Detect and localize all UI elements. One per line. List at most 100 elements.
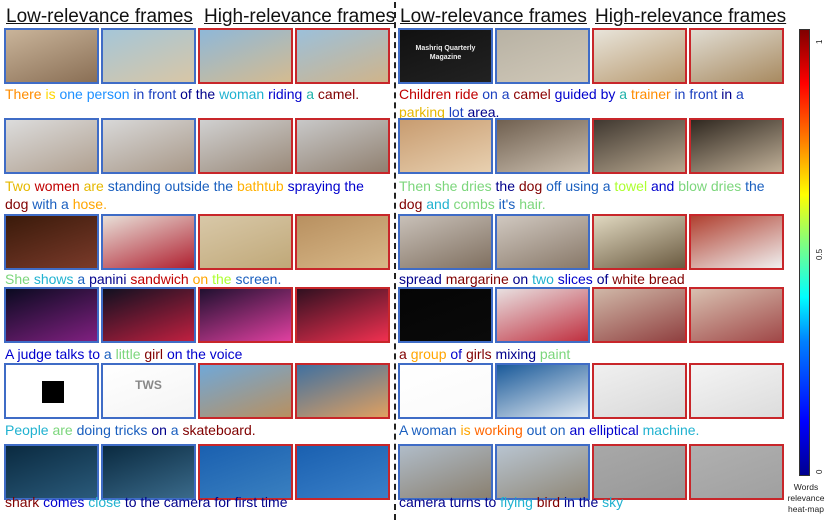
- header-right-low: Low-relevance frames: [400, 6, 587, 27]
- frame-strip-left-3: [4, 214, 390, 270]
- caption-left-6: shark comes close to the camera for firs…: [5, 493, 390, 511]
- low-relevance-frame: [4, 363, 99, 419]
- low-relevance-frame: [398, 214, 493, 270]
- low-relevance-frame: [495, 287, 590, 343]
- caption-word: on: [482, 86, 502, 102]
- low-relevance-frame: [4, 214, 99, 270]
- caption-word: outside: [164, 178, 214, 194]
- caption-word: bathtub: [236, 178, 288, 194]
- caption-word: a: [399, 346, 411, 362]
- high-relevance-frame: [592, 214, 687, 270]
- low-relevance-frame: [398, 363, 493, 419]
- frame-strip-right-3: [398, 214, 784, 270]
- caption-word: A: [399, 422, 412, 438]
- high-relevance-frame: [592, 363, 687, 419]
- caption-word: dog: [518, 178, 547, 194]
- caption-word: working: [474, 422, 527, 438]
- caption-word: and: [650, 178, 679, 194]
- frame-strip-right-5: [398, 363, 784, 419]
- caption-left-2: Two women are standing outside the batht…: [5, 177, 390, 213]
- caption-word: close: [88, 494, 125, 510]
- caption-word: dog: [5, 196, 33, 212]
- caption-word: a: [61, 196, 73, 212]
- caption-right-3: spread margarine on two slices of white …: [399, 270, 784, 288]
- caption-word: girls: [465, 346, 496, 362]
- caption-word: the: [495, 178, 519, 194]
- low-relevance-frame: [101, 287, 196, 343]
- low-relevance-frame: [495, 118, 590, 174]
- caption-word: and: [426, 196, 454, 212]
- caption-word: guided: [554, 86, 601, 102]
- low-relevance-frame: [101, 214, 196, 270]
- caption-word: Then: [399, 178, 435, 194]
- black-square: [42, 381, 64, 403]
- caption-word: a: [170, 422, 183, 438]
- low-relevance-frame: [398, 287, 493, 343]
- caption-word: mixing: [495, 346, 540, 362]
- frame-strip-right-2: [398, 118, 784, 174]
- caption-right-5: A woman is working out on an elliptical …: [399, 421, 784, 439]
- caption-word: for: [214, 494, 235, 510]
- high-relevance-frame: [689, 214, 784, 270]
- caption-word: Two: [5, 178, 35, 194]
- caption-word: margarine: [445, 271, 513, 287]
- caption-word: the: [344, 178, 368, 194]
- low-relevance-frame: [4, 287, 99, 343]
- high-relevance-frame: [198, 444, 293, 500]
- caption-word: the: [212, 271, 236, 287]
- high-relevance-frame: [295, 444, 390, 500]
- caption-word: in front: [133, 86, 181, 102]
- frame-strip-left-2: [4, 118, 390, 174]
- colorbar-tick-bottom: 0: [815, 469, 824, 474]
- caption-word: standing: [107, 178, 165, 194]
- high-relevance-frame: [295, 118, 390, 174]
- low-relevance-frame: TWS: [101, 363, 196, 419]
- caption-word: sandwich: [130, 271, 193, 287]
- caption-word: group: [410, 346, 451, 362]
- caption-left-5: People are doing tricks on a skateboard.: [5, 421, 390, 439]
- high-relevance-frame: [689, 118, 784, 174]
- caption-word: in: [563, 494, 579, 510]
- caption-word: first: [234, 494, 262, 510]
- caption-word: time: [261, 494, 288, 510]
- high-relevance-frame: [689, 363, 784, 419]
- high-relevance-frame: [592, 444, 687, 500]
- caption-word: a: [736, 86, 748, 102]
- high-relevance-frame: [295, 287, 390, 343]
- caption-word: paint: [539, 346, 571, 362]
- caption-word: are: [52, 422, 77, 438]
- caption-word: camel.: [317, 86, 360, 102]
- caption-word: out: [526, 422, 550, 438]
- caption-right-6: camera turns to flying bird in the sky: [399, 493, 784, 511]
- caption-word: a: [77, 271, 90, 287]
- high-relevance-frame: [198, 214, 293, 270]
- low-relevance-frame: [398, 118, 493, 174]
- caption-word: combs: [453, 196, 499, 212]
- high-relevance-frame: [198, 118, 293, 174]
- caption-word: using: [565, 178, 603, 194]
- caption-word: slices: [557, 271, 597, 287]
- caption-word: judge: [17, 346, 56, 362]
- caption-word: on: [151, 422, 171, 438]
- caption-right-1: Children ride on a camel guided by a tra…: [399, 85, 784, 121]
- relevance-colorbar: [799, 29, 810, 476]
- caption-word: skateboard.: [182, 422, 256, 438]
- caption-word: doing: [76, 422, 115, 438]
- frame-caption-text: Mashriq Quarterly Magazine: [415, 45, 476, 61]
- caption-word: a: [619, 86, 631, 102]
- caption-word: camera: [163, 494, 215, 510]
- caption-word: riding: [268, 86, 307, 102]
- low-relevance-frame: [495, 214, 590, 270]
- caption-word: person: [86, 86, 134, 102]
- caption-right-2: Then she dries the dog off using a towel…: [399, 177, 784, 213]
- caption-left-4: A judge talks to a little girl on the vo…: [5, 345, 390, 363]
- caption-word: voice: [209, 346, 243, 362]
- frame-strip-left-4: [4, 287, 390, 343]
- caption-word: the: [745, 178, 769, 194]
- low-relevance-frame: Mashriq Quarterly Magazine: [398, 28, 493, 84]
- caption-word: girl: [144, 346, 167, 362]
- caption-word: on: [192, 271, 213, 287]
- high-relevance-frame: [198, 363, 293, 419]
- caption-word: blow: [678, 178, 711, 194]
- caption-word: the: [195, 86, 220, 102]
